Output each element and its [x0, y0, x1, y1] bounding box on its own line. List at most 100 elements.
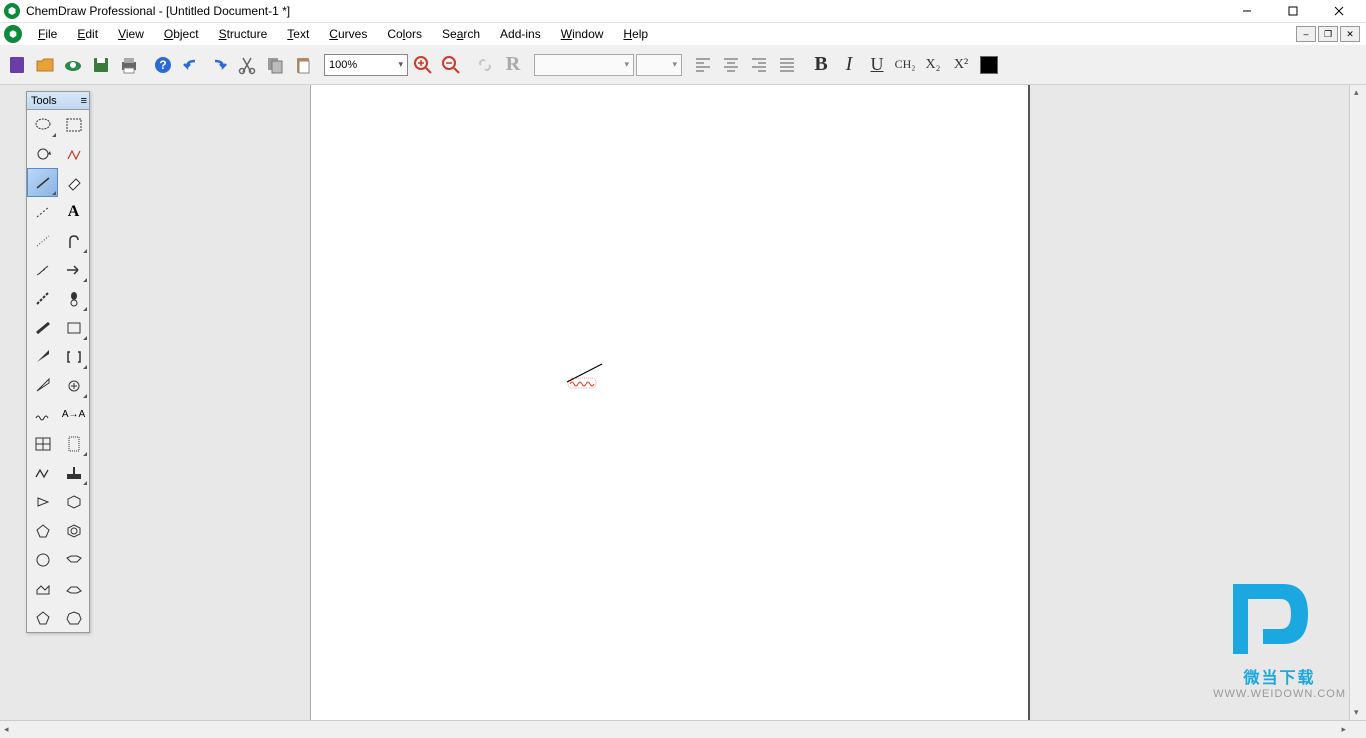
tool-triangle[interactable]	[27, 487, 58, 516]
new-icon[interactable]	[4, 52, 30, 78]
tool-cyclopentadiene[interactable]	[27, 603, 58, 632]
tool-tlc[interactable]	[58, 429, 89, 458]
maximize-button[interactable]	[1270, 0, 1316, 23]
formula-button[interactable]: CH₂	[892, 52, 918, 78]
align-left-icon[interactable]	[690, 52, 716, 78]
tool-cycloheptane[interactable]	[58, 603, 89, 632]
canvas-page[interactable]	[310, 85, 1030, 720]
align-justify-icon[interactable]	[774, 52, 800, 78]
font-size-select[interactable]	[636, 54, 682, 76]
tool-arrow[interactable]	[58, 255, 89, 284]
tool-hashed-wedge[interactable]	[27, 255, 58, 284]
tool-pen[interactable]	[58, 226, 89, 255]
tool-hollow-wedge[interactable]	[27, 371, 58, 400]
close-button[interactable]	[1316, 0, 1362, 23]
mdi-minimize[interactable]: –	[1296, 26, 1316, 42]
menu-text[interactable]: Text	[277, 25, 319, 43]
title-bar: ⬢ ChemDraw Professional - [Untitled Docu…	[0, 0, 1366, 23]
menu-bar: ⬢ File Edit View Object Structure Text C…	[0, 23, 1366, 45]
print-icon[interactable]	[116, 52, 142, 78]
tool-atom-reaction[interactable]: A→A	[58, 400, 89, 429]
tool-wedge-bond[interactable]	[27, 342, 58, 371]
doc-icon[interactable]: ⬢	[4, 25, 22, 43]
horizontal-scrollbar[interactable]	[0, 720, 1366, 738]
bold-button[interactable]: B	[808, 52, 834, 78]
tool-chemical-symbol[interactable]	[58, 371, 89, 400]
tool-drawing-elements[interactable]	[58, 313, 89, 342]
font-family-select[interactable]	[534, 54, 634, 76]
tool-fragment[interactable]	[58, 139, 89, 168]
superscript-button[interactable]: X²	[948, 52, 974, 78]
zoom-in-icon[interactable]	[410, 52, 436, 78]
redo-icon[interactable]	[206, 52, 232, 78]
menu-edit[interactable]: Edit	[67, 25, 108, 43]
menu-search[interactable]: Search	[432, 25, 490, 43]
tool-text[interactable]: A	[58, 197, 89, 226]
tools-header[interactable]: Tools≡	[27, 92, 89, 110]
menu-file[interactable]: File	[28, 25, 67, 43]
canvas-area[interactable]	[0, 85, 1366, 720]
tool-solid-bond[interactable]	[27, 168, 58, 197]
tool-orbital[interactable]	[58, 284, 89, 313]
cloud-icon[interactable]	[60, 52, 86, 78]
mdi-restore[interactable]: ❐	[1318, 26, 1338, 42]
tool-wavy-bond[interactable]	[27, 400, 58, 429]
tool-cyclohexane[interactable]	[58, 487, 89, 516]
menu-window[interactable]: Window	[551, 25, 614, 43]
help-icon[interactable]: ?	[150, 52, 176, 78]
tool-brackets[interactable]	[58, 342, 89, 371]
align-right-icon[interactable]	[746, 52, 772, 78]
tool-hashed-bond[interactable]	[27, 226, 58, 255]
subscript-button[interactable]: X₂	[920, 52, 946, 78]
link-icon[interactable]	[472, 52, 498, 78]
tool-eraser[interactable]	[58, 168, 89, 197]
tool-lasso[interactable]	[27, 110, 58, 139]
zoom-out-icon[interactable]	[438, 52, 464, 78]
vertical-scrollbar[interactable]	[1349, 85, 1366, 720]
mdi-controls: – ❐ ✕	[1296, 26, 1364, 42]
tool-acyclic-chain[interactable]	[27, 458, 58, 487]
main-toolbar: ? 100% R B I U CH₂ X₂ X²	[0, 45, 1366, 85]
tool-bold-hashed[interactable]	[27, 284, 58, 313]
tool-benzene[interactable]	[58, 516, 89, 545]
tool-dashed-bond[interactable]	[27, 197, 58, 226]
app-icon: ⬢	[4, 3, 20, 19]
paste-icon[interactable]	[290, 52, 316, 78]
menu-object[interactable]: Object	[154, 25, 209, 43]
tools-palette: Tools≡ A A→A	[26, 91, 90, 633]
menu-help[interactable]: Help	[613, 25, 658, 43]
color-picker[interactable]	[980, 56, 998, 74]
svg-text:?: ?	[159, 58, 166, 72]
open-icon[interactable]	[32, 52, 58, 78]
tool-cyclopropane[interactable]	[27, 574, 58, 603]
underline-button[interactable]: U	[864, 52, 890, 78]
menu-view[interactable]: View	[108, 25, 154, 43]
tool-table[interactable]	[27, 429, 58, 458]
tool-bold-bond[interactable]	[27, 313, 58, 342]
menu-curves[interactable]: Curves	[319, 25, 377, 43]
align-center-icon[interactable]	[718, 52, 744, 78]
copy-icon[interactable]	[262, 52, 288, 78]
minimize-button[interactable]	[1224, 0, 1270, 23]
r-group-icon[interactable]: R	[500, 52, 526, 78]
workspace: Tools≡ A A→A	[0, 85, 1366, 720]
menu-colors[interactable]: Colors	[377, 25, 432, 43]
italic-button[interactable]: I	[836, 52, 862, 78]
cut-icon[interactable]	[234, 52, 260, 78]
window-title: ChemDraw Professional - [Untitled Docume…	[26, 4, 1224, 18]
tool-rotate[interactable]	[27, 139, 58, 168]
tool-chair-cyclohexane-2[interactable]	[58, 574, 89, 603]
undo-icon[interactable]	[178, 52, 204, 78]
zoom-select[interactable]: 100%	[324, 54, 408, 76]
tool-cyclooctane[interactable]	[27, 545, 58, 574]
menu-structure[interactable]: Structure	[209, 25, 278, 43]
tool-chair-cyclohexane[interactable]	[58, 545, 89, 574]
save-icon[interactable]	[88, 52, 114, 78]
tool-marquee[interactable]	[58, 110, 89, 139]
tool-templates[interactable]	[58, 458, 89, 487]
tool-cyclopentane[interactable]	[27, 516, 58, 545]
mdi-close[interactable]: ✕	[1340, 26, 1360, 42]
menu-addins[interactable]: Add-ins	[490, 25, 551, 43]
window-controls	[1224, 0, 1362, 23]
drawn-bond[interactable]	[562, 360, 612, 390]
